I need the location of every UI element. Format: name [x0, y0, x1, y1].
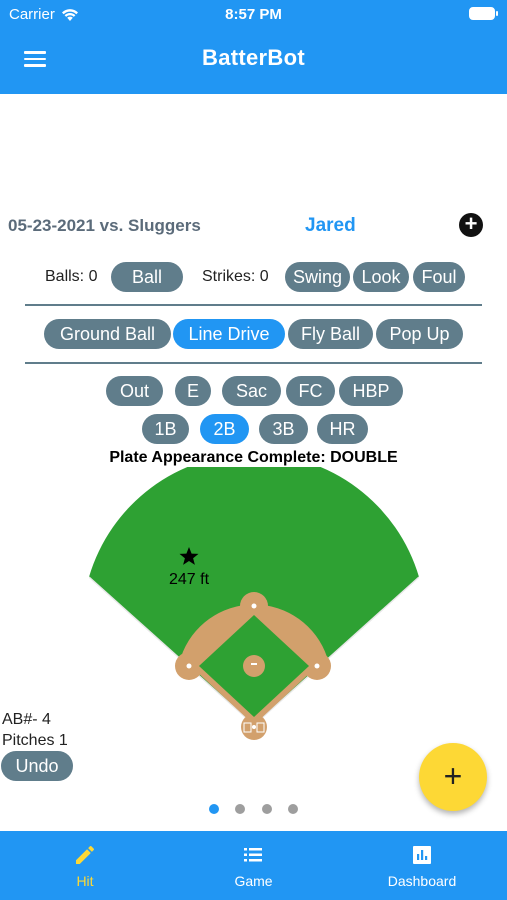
pitch-count: Pitches 1 [2, 732, 68, 749]
outcome-triple[interactable]: 3B [259, 414, 308, 444]
outcome-error[interactable]: E [175, 376, 211, 406]
plate-appearance-result: Plate Appearance Complete: DOUBLE [109, 449, 398, 466]
page-dot[interactable] [288, 804, 299, 814]
outcome-fc[interactable]: FC [286, 376, 335, 406]
outcome-home-run[interactable]: HR [317, 414, 368, 444]
outcome-sac[interactable]: Sac [222, 376, 281, 406]
foul-button[interactable]: Foul [413, 262, 465, 292]
nav-label-game: Game [234, 873, 273, 889]
bottom-navigation: Hit Game Dashboard [0, 831, 507, 900]
third-base [186, 663, 192, 669]
pitchers-rubber [251, 663, 257, 665]
game-title: 05-23-2021 vs. Sluggers [8, 216, 201, 235]
battery-icon [469, 7, 498, 20]
hit-distance-label: 247 ft [169, 571, 210, 588]
second-base [251, 603, 257, 609]
look-button[interactable]: Look [353, 262, 409, 292]
list-icon [244, 848, 262, 862]
plus-icon: + [443, 758, 463, 794]
nav-label-dashboard: Dashboard [387, 873, 457, 889]
add-batter-button[interactable]: + [459, 213, 483, 237]
outcome-single[interactable]: 1B [142, 414, 189, 444]
nav-tab-hit[interactable]: Hit [0, 831, 170, 900]
first-base [314, 663, 320, 669]
swing-button[interactable]: Swing [285, 262, 350, 292]
game-header: 05-23-2021 vs. Sluggers Jared + [0, 210, 507, 240]
divider [25, 304, 482, 306]
strikes-count: Strikes: 0 [202, 268, 269, 285]
status-bar: Carrier 8:57 PM [0, 0, 507, 30]
pitchers-mound [243, 655, 265, 677]
outcome-out[interactable]: Out [106, 376, 163, 406]
undo-button[interactable]: Undo [1, 751, 73, 781]
at-bat-info: AB#- 4 Pitches 1 [2, 709, 68, 751]
bar-chart-icon [413, 846, 431, 864]
app-title: BatterBot [202, 45, 305, 70]
home-plate [252, 725, 256, 729]
page-dot[interactable] [208, 804, 219, 814]
nav-tab-dashboard[interactable]: Dashboard [337, 831, 507, 900]
hit-type-line-drive[interactable]: Line Drive [173, 319, 285, 349]
at-bat-number: AB#- 4 [2, 711, 51, 728]
batter-name[interactable]: Jared [305, 215, 356, 237]
outcome-double[interactable]: 2B [200, 414, 249, 444]
add-fab-button[interactable]: + [419, 743, 487, 811]
hit-type-fly-ball[interactable]: Fly Ball [288, 319, 373, 349]
app-screen: Carrier 8:57 PM BatterBot 05-23-2021 vs.… [0, 0, 507, 900]
ball-button[interactable]: Ball [111, 262, 183, 292]
pencil-icon [76, 845, 95, 864]
balls-count: Balls: 0 [45, 268, 98, 285]
outcome-hbp[interactable]: HBP [339, 376, 403, 406]
app-bar: Carrier 8:57 PM BatterBot [0, 0, 507, 94]
hit-type-pop-up[interactable]: Pop Up [376, 319, 463, 349]
page-dot[interactable] [235, 804, 246, 814]
divider [25, 362, 482, 364]
nav-tab-game[interactable]: Game [170, 831, 337, 900]
hit-type-ground-ball[interactable]: Ground Ball [44, 319, 171, 349]
baseball-field[interactable]: 247 ft [89, 467, 419, 750]
status-time: 8:57 PM [225, 6, 282, 23]
nav-label-hit: Hit [76, 873, 94, 889]
page-dot[interactable] [261, 804, 272, 814]
